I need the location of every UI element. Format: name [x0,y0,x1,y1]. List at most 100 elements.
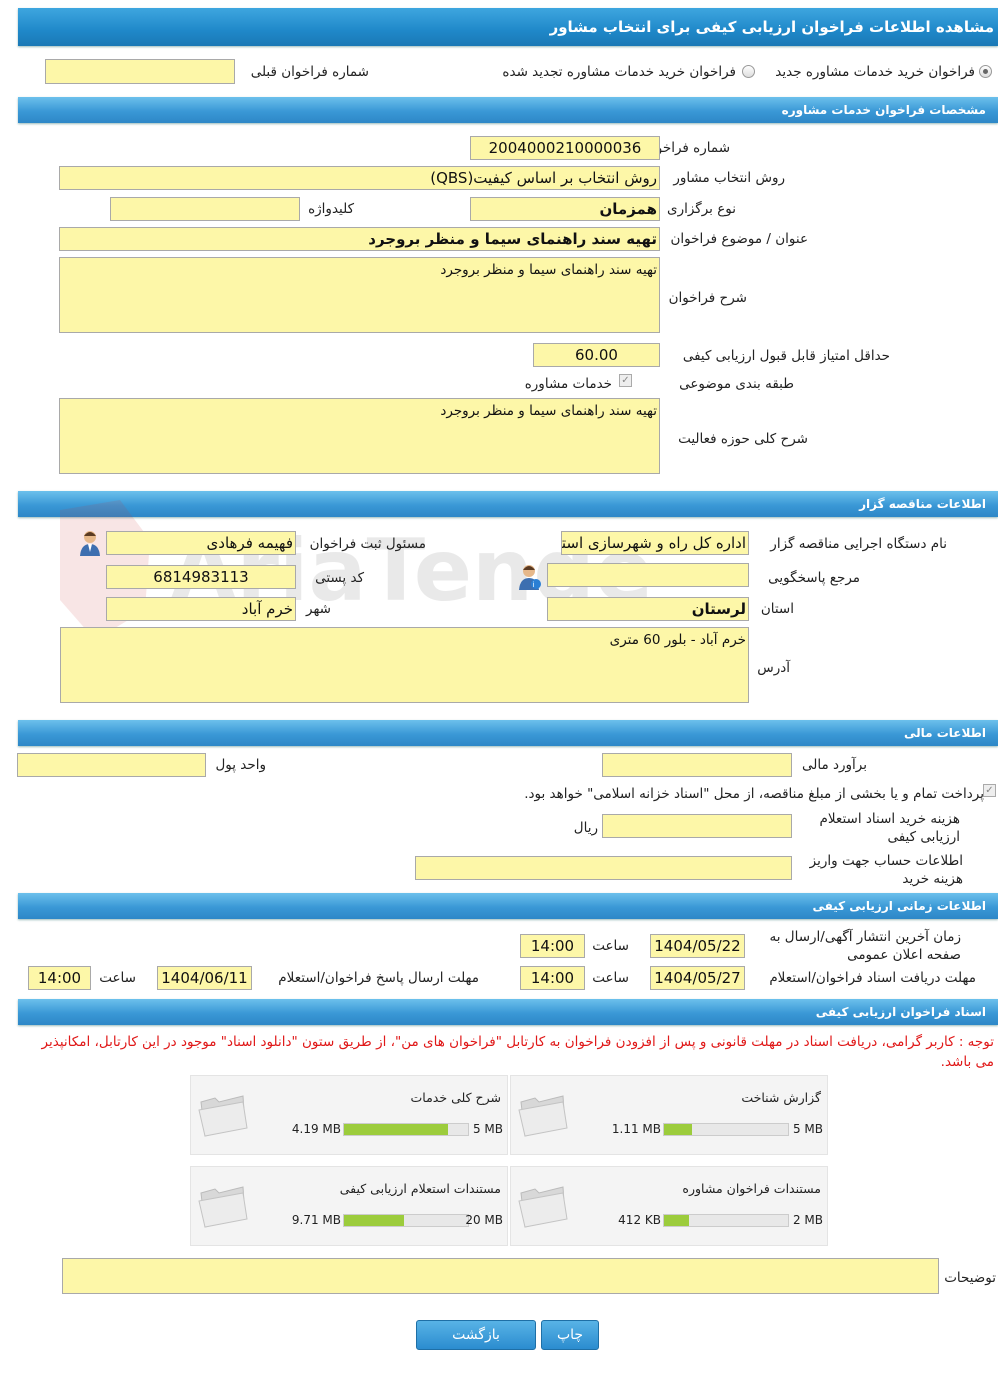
receive-time-label: ساعت [592,970,629,986]
estimate-field[interactable] [602,753,792,777]
holding-type-label: نوع برگزاری [667,201,736,217]
section-consulting-title: مشخصات فراخوان خدمات مشاوره [781,103,986,117]
section-timing-header: اطلاعات زمانی ارزیابی کیفی [18,893,998,919]
subject-field[interactable]: تهیه سند راهنمای سیما و منظر بروجرد [59,227,660,251]
document-used-size: 1.11 MB [611,1122,661,1136]
reference-field[interactable] [547,563,749,587]
selection-method-label: روش انتخاب مشاور [673,170,785,186]
org-name-label: نام دستگاه اجرایی مناقصه گزار [770,536,947,552]
publish-label: زمان آخرین انتشار آگهی/ارسال به صفحه اعل… [769,929,961,963]
document-progress-bar [343,1214,469,1227]
document-card[interactable]: گزارش شناخت 1.11 MB 5 MB [510,1075,828,1155]
page-title-text: مشاهده اطلاعات فراخوان ارزیابی کیفی برای… [549,18,994,36]
section-documents-header: اسناد فراخوان ارزیابی کیفی [18,999,998,1025]
min-score-label: حداقل امتیاز قابل قبول ارزیابی کیفی [682,348,890,364]
doc-cost-field[interactable] [602,814,792,838]
document-title: شرح کلی خدمات [410,1090,501,1105]
province-field[interactable]: لرستان [547,597,749,621]
scope-field[interactable]: تهیه سند راهنمای سیما و منظر بروجرد [59,398,660,474]
svg-text:i: i [533,581,535,589]
description-label: شرح فراخوان [668,290,747,306]
address-field[interactable]: خرم آباد - بلور 60 متری [60,627,749,703]
document-used-size: 9.71 MB [291,1213,341,1227]
reply-date-field[interactable]: 1404/06/11 [157,966,252,990]
reference-label: مرجع پاسخگویی [768,570,860,586]
treasury-text: پرداخت تمام و یا بخشی از مبلغ مناقصه، از… [524,786,984,802]
section-financial-title: اطلاعات مالی [903,726,986,740]
document-card[interactable]: مستندات استعلام ارزیابی کیفی 9.71 MB 20 MB [190,1166,508,1246]
prev-number-field[interactable] [45,59,235,84]
notes-field[interactable] [62,1258,939,1294]
documents-note: توجه : کاربر گرامی، دریافت اسناد در مهلت… [41,1034,994,1070]
document-title: مستندات استعلام ارزیابی کیفی [339,1181,501,1196]
document-max-size: 20 MB [465,1213,503,1227]
folder-icon [518,1186,568,1228]
document-progress-bar [343,1123,469,1136]
treasury-checkbox[interactable]: ✓ [983,784,996,797]
document-progress-fill [344,1215,405,1226]
reference-user-icon[interactable]: i [518,564,542,590]
document-used-size: 4.19 MB [291,1122,341,1136]
keyword-field[interactable] [110,197,300,221]
estimate-label: برآورد مالی [801,757,867,773]
city-label: شهر [306,601,331,617]
publish-time-field[interactable]: 14:00 [520,934,585,958]
selection-method-field[interactable]: روش انتخاب بر اساس کیفیت(QBS) [59,166,660,190]
document-title: مستندات فراخوان مشاوره [682,1181,821,1196]
postal-code-field[interactable]: 6814983113 [106,565,296,589]
min-score-field[interactable]: 60.00 [533,343,660,367]
call-number-field[interactable]: 2004000210000036 [470,136,660,160]
document-progress-fill [664,1215,689,1226]
city-field[interactable]: خرم آباد [106,597,296,621]
description-field[interactable]: تهیه سند راهنمای سیما و منظر بروجرد [59,257,660,333]
section-timing-title: اطلاعات زمانی ارزیابی کیفی [812,899,986,913]
section-financial-header: اطلاعات مالی [18,720,998,746]
print-button[interactable]: چاپ [541,1320,599,1350]
postal-code-label: کد پستی [315,570,364,586]
org-name-field[interactable]: اداره کل راه و شهرسازی استان لرستان [561,531,749,555]
reply-time-label: ساعت [99,970,136,986]
document-card[interactable]: شرح کلی خدمات 4.19 MB 5 MB [190,1075,508,1155]
radio-new-call[interactable] [979,65,992,78]
registrar-field[interactable]: فهیمه فرهادی [106,531,296,555]
account-info-field[interactable] [415,856,792,880]
doc-cost-unit: ریال [573,820,598,836]
publish-date-field[interactable]: 1404/05/22 [650,934,745,958]
category-value: خدمات مشاوره [524,376,612,392]
section-tenderer-title: اطلاعات مناقصه گزار [859,497,986,511]
section-consulting-header: مشخصات فراخوان خدمات مشاوره [18,97,998,123]
radio-renewed-label: فراخوان خرید خدمات مشاوره تجدید شده [502,64,736,80]
reply-deadline-label: مهلت ارسال پاسخ فراخوان/استعلام [278,970,479,986]
publish-time-label: ساعت [592,938,629,954]
folder-icon [198,1186,248,1228]
page-title: مشاهده اطلاعات فراخوان ارزیابی کیفی برای… [18,8,998,46]
document-title: گزارش شناخت [741,1090,821,1105]
holding-type-field[interactable]: همزمان [470,197,660,221]
notes-label: توضیحات [944,1270,996,1286]
folder-icon [518,1095,568,1137]
back-button[interactable]: بازگشت [416,1320,536,1350]
receive-date-field[interactable]: 1404/05/27 [650,966,745,990]
prev-number-label: شماره فراخوان قبلی [250,64,369,80]
document-max-size: 5 MB [792,1122,823,1136]
folder-icon [198,1095,248,1137]
category-checkbox[interactable]: ✓ [619,374,632,387]
document-progress-fill [664,1124,692,1135]
currency-field[interactable] [17,753,206,777]
province-label: استان [760,601,794,617]
keyword-label: کلیدواژه [308,201,354,217]
registrar-user-icon[interactable] [79,530,101,556]
subject-label: عنوان / موضوع فراخوان [670,231,808,247]
receive-time-field[interactable]: 14:00 [520,966,585,990]
receive-deadline-label: مهلت دریافت اسناد فراخوان/استعلام [769,970,976,986]
radio-renewed-call[interactable] [742,65,755,78]
currency-label: واحد پول [215,757,266,773]
scope-label: شرح کلی حوزه فعالیت [678,431,808,447]
section-documents-title: اسناد فراخوان ارزیابی کیفی [815,1005,986,1019]
reply-time-field[interactable]: 14:00 [28,966,91,990]
document-progress-bar [663,1123,789,1136]
section-tenderer-header: اطلاعات مناقصه گزار [18,491,998,517]
account-info-label: اطلاعات حساب جهت واریز هزینه خرید [809,853,963,887]
document-card[interactable]: مستندات فراخوان مشاوره 412 KB 2 MB [510,1166,828,1246]
document-progress-fill [344,1124,448,1135]
